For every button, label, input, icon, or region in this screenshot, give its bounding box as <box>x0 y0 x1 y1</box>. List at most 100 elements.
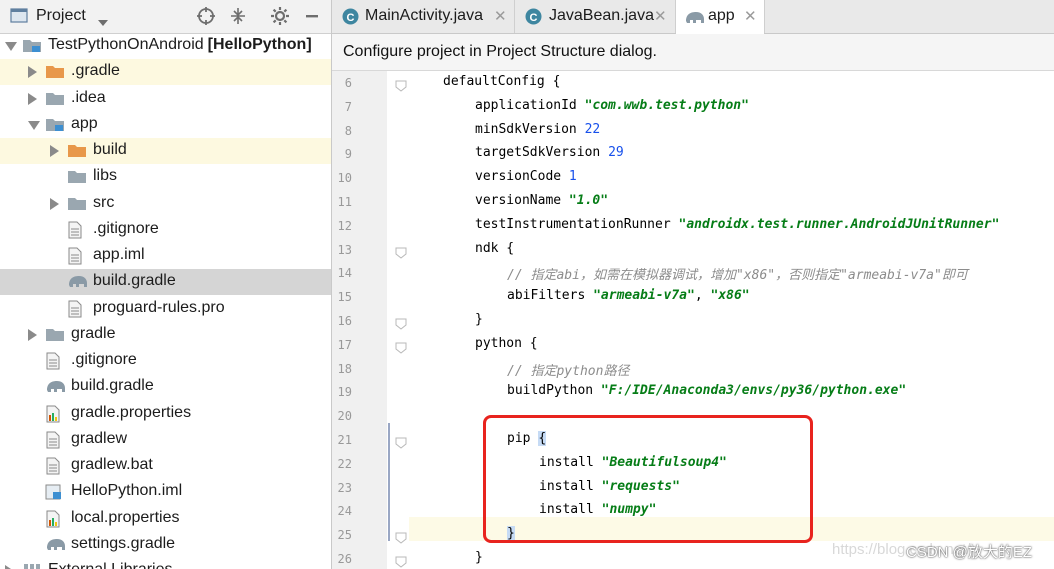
fold-marker-icon[interactable] <box>395 77 407 92</box>
collapsed-arrow-icon[interactable] <box>50 145 59 157</box>
fold-marker-icon[interactable] <box>395 553 407 568</box>
code-token: } <box>475 550 483 565</box>
tree-row[interactable]: .gitignore <box>0 217 331 243</box>
tree-row[interactable]: TestPythonOnAndroid [HelloPython] <box>0 33 331 59</box>
collapsed-arrow-icon[interactable] <box>28 328 37 341</box>
code-line: applicationId "com.wwb.test.python" <box>475 98 749 113</box>
tree-label: src <box>93 194 114 212</box>
gear-icon[interactable] <box>270 6 290 26</box>
minimize-icon[interactable] <box>302 6 322 26</box>
tree-label-text: gradlew <box>71 429 128 447</box>
folder-icon <box>67 195 87 213</box>
project-toolbar: Project <box>0 0 331 34</box>
tree-label-text: settings.gradle <box>71 534 176 552</box>
orange-folder-icon <box>45 63 65 81</box>
tree-row[interactable]: app.iml <box>0 243 331 269</box>
tab-javabean[interactable]: C JavaBean.java ✕ <box>515 0 676 33</box>
string-literal: "androidx.test.runner.AndroidJUnitRunner… <box>678 216 1000 232</box>
tree-label-text: build.gradle <box>71 377 154 395</box>
tree-label-text: gradle.properties <box>71 403 192 421</box>
fold-marker-icon[interactable] <box>395 315 407 330</box>
line-number: 16 <box>337 314 352 328</box>
tab-label: MainActivity.java <box>365 7 483 24</box>
project-view-title[interactable]: Project <box>36 7 86 25</box>
tree-label-text: External Libraries <box>48 561 173 569</box>
collapse-all-icon[interactable] <box>228 6 248 26</box>
text-file-icon <box>67 247 87 265</box>
tree-label-text: .gitignore <box>71 351 137 368</box>
tree-row[interactable]: gradlew.bat <box>0 453 331 479</box>
tree-row[interactable]: local.properties <box>0 506 331 532</box>
tree-label: app.iml <box>93 246 145 264</box>
notice-text[interactable]: Configure project in Project Structure d… <box>343 43 657 61</box>
code-line: python { <box>475 336 538 351</box>
tree-row[interactable]: libs <box>0 164 331 190</box>
text-file-icon <box>67 221 87 239</box>
tree-row[interactable]: build <box>0 138 331 164</box>
tab-label: app <box>708 7 735 24</box>
close-icon[interactable]: ✕ <box>494 7 507 25</box>
tree-label: External Libraries <box>48 561 173 569</box>
tree-row[interactable]: External Libraries <box>0 558 331 569</box>
tree-label: build.gradle <box>93 272 176 290</box>
line-number: 26 <box>337 552 352 566</box>
tree-row[interactable]: .gitignore <box>0 348 331 374</box>
collapsed-arrow-icon[interactable] <box>28 92 37 105</box>
line-number: 7 <box>344 99 352 114</box>
tree-label: proguard-rules.pro <box>93 299 225 317</box>
chevron-down-icon[interactable] <box>97 12 117 32</box>
fold-marker-icon[interactable] <box>395 434 407 449</box>
tree-row[interactable]: .idea <box>0 86 331 112</box>
code-line: testInstrumentationRunner "androidx.test… <box>475 217 999 232</box>
expanded-arrow-icon[interactable] <box>28 120 40 130</box>
close-icon[interactable]: ✕ <box>654 7 667 25</box>
line-number: 11 <box>337 195 352 209</box>
tree-row[interactable]: src <box>0 191 331 217</box>
tree-row[interactable]: app <box>0 112 331 138</box>
tab-app[interactable]: app ✕ <box>676 0 765 34</box>
tree-row[interactable]: build.gradle <box>0 269 331 296</box>
project-view-icon[interactable] <box>10 7 30 27</box>
tree-row[interactable]: HelloPython.iml <box>0 479 331 505</box>
string-literal: "x86" <box>710 288 750 304</box>
tab-label: JavaBean.java <box>549 7 654 24</box>
tree-row[interactable]: .gradle <box>0 59 331 86</box>
tree-row[interactable]: build.gradle <box>0 374 331 400</box>
line-number: 6 <box>344 76 352 90</box>
code-line: targetSdkVersion 29 <box>475 145 624 160</box>
line-number: 13 <box>337 242 352 257</box>
module-folder-icon <box>45 116 65 134</box>
close-icon[interactable]: ✕ <box>744 7 757 25</box>
tree-row[interactable]: gradle.properties <box>0 401 331 427</box>
tree-row[interactable]: gradlew <box>0 427 331 453</box>
line-number: 10 <box>337 171 352 186</box>
code-comment: // 指定python路径 <box>507 363 630 379</box>
tree-row[interactable]: gradle <box>0 322 331 348</box>
folder-icon <box>45 90 65 108</box>
code-token: versionCode <box>475 169 569 185</box>
fold-marker-icon[interactable] <box>395 339 407 354</box>
folder-icon <box>45 326 65 344</box>
collapsed-arrow-icon[interactable] <box>28 66 37 79</box>
project-structure-notice: Configure project in Project Structure d… <box>332 34 1054 71</box>
fold-marker-icon[interactable] <box>395 529 407 544</box>
line-number: 23 <box>337 480 352 495</box>
tree-label-text: src <box>93 193 115 211</box>
tree-row[interactable]: proguard-rules.pro <box>0 296 331 322</box>
collapsed-arrow-icon[interactable] <box>50 197 59 210</box>
collapsed-arrow-icon[interactable] <box>5 565 14 569</box>
gradle-elephant-icon <box>684 9 706 29</box>
fold-marker-icon[interactable] <box>395 244 407 259</box>
tree-label: gradle <box>71 325 115 343</box>
tree-label-text: proguard-rules.pro <box>93 298 225 316</box>
tree-label-text: TestPythonOnAndroid <box>48 36 204 53</box>
expanded-arrow-icon[interactable] <box>5 42 17 51</box>
text-file-icon <box>45 352 65 370</box>
tree-row[interactable]: settings.gradle <box>0 532 331 558</box>
tree-label: gradle.properties <box>71 404 191 422</box>
tab-mainactivity[interactable]: C MainActivity.java ✕ <box>332 0 515 33</box>
locate-target-icon[interactable] <box>196 6 216 26</box>
tree-label-text: .gitignore <box>93 219 159 237</box>
vcs-change-marker <box>388 423 390 541</box>
line-number: 25 <box>337 528 352 543</box>
